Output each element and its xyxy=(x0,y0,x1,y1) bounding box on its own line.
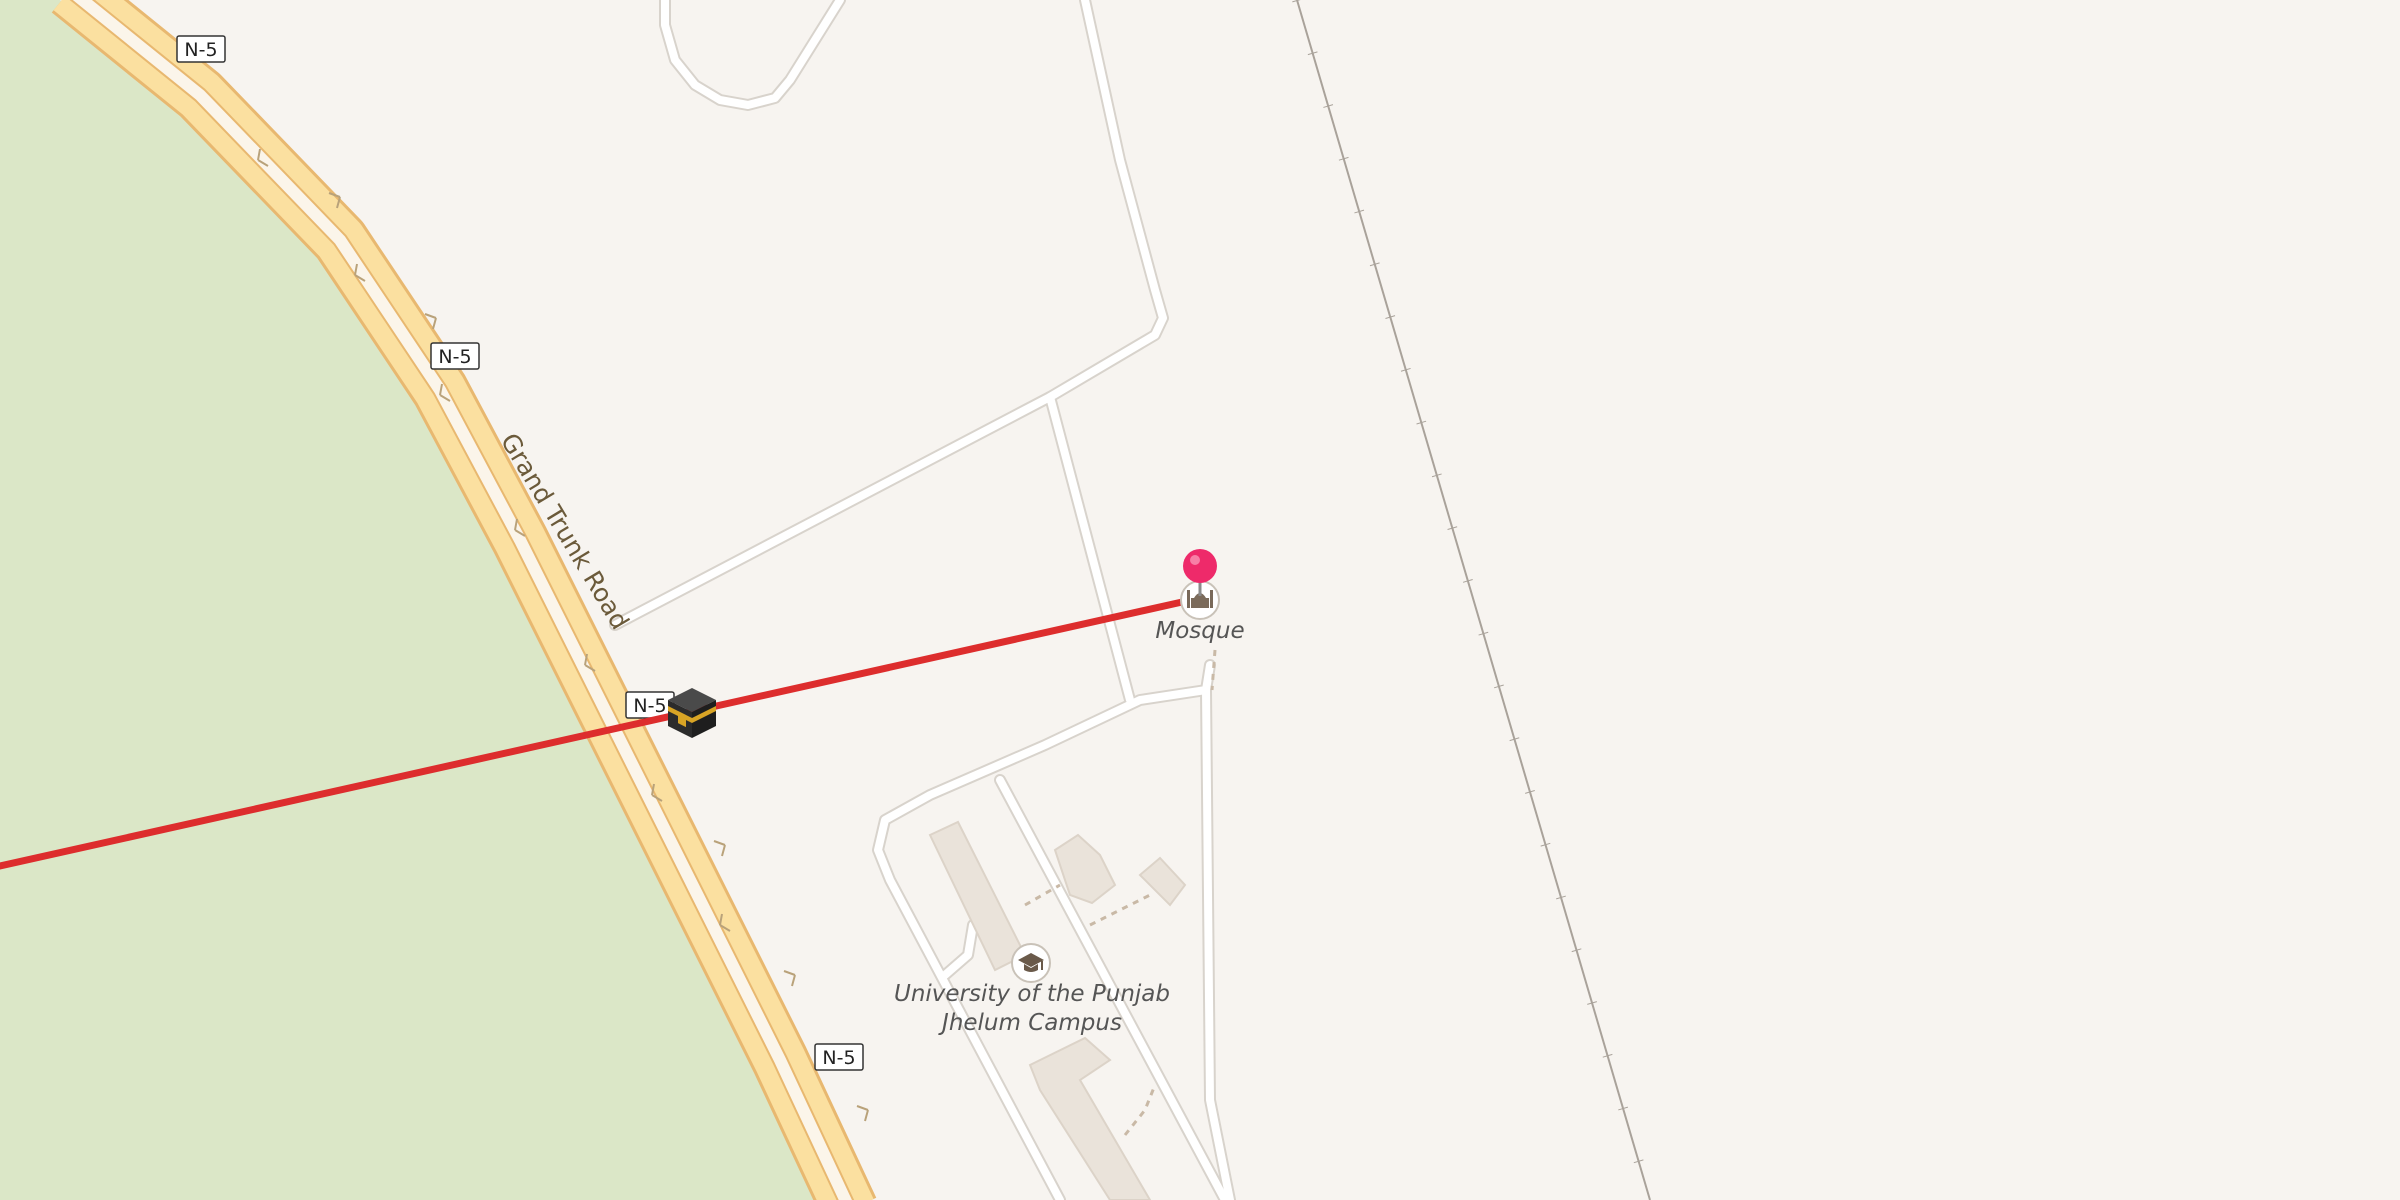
route-shield: N-5 xyxy=(430,342,480,370)
svg-text:N-5: N-5 xyxy=(184,39,217,61)
mosque-label: Mosque xyxy=(1155,618,1244,644)
svg-text:N-5: N-5 xyxy=(438,346,471,368)
route-shield: N-5 xyxy=(176,35,226,63)
svg-text:N-5: N-5 xyxy=(633,695,666,717)
graduation-cap-icon[interactable] xyxy=(1011,943,1051,983)
university-label-line2: Jhelum Campus xyxy=(938,1010,1122,1036)
svg-text:N-5: N-5 xyxy=(822,1047,855,1069)
route-shield: N-5 xyxy=(814,1043,864,1071)
map-canvas[interactable]: Grand Trunk Road N-5 N-5 N-5 N-5 Mosque xyxy=(0,0,2400,1200)
university-label-line1: University of the Punjab xyxy=(894,981,1170,1007)
